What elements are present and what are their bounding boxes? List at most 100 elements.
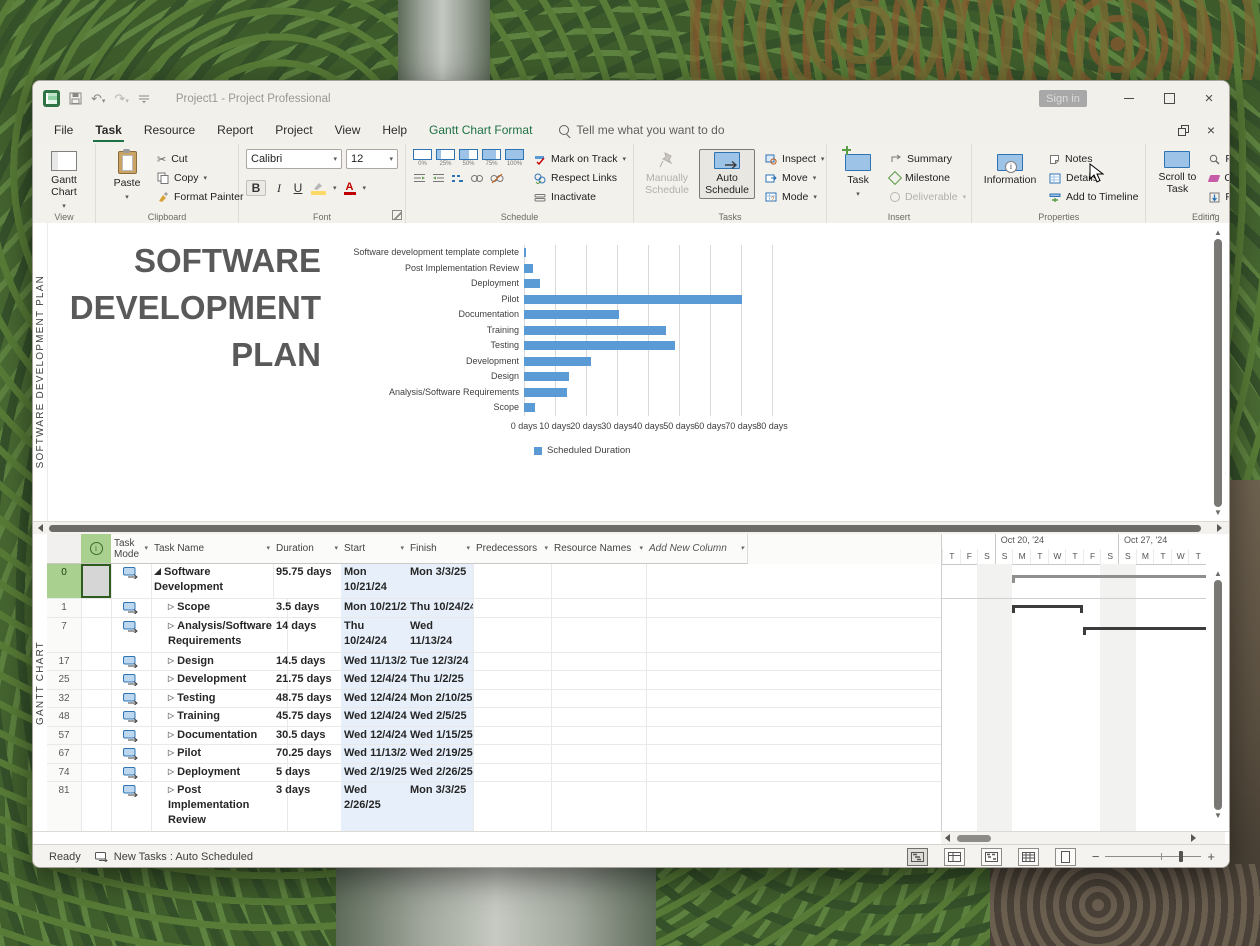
add-new-column-cell[interactable] [646, 618, 747, 652]
background-color-button[interactable] [311, 182, 326, 195]
scroll-right-icon[interactable] [1191, 834, 1196, 842]
collapse-ribbon-icon[interactable]: ⌄ [1209, 208, 1217, 219]
details-button[interactable]: Details [1049, 170, 1138, 186]
task-mode-cell[interactable] [111, 745, 152, 763]
task-usage-view-icon[interactable] [944, 848, 965, 866]
table-row[interactable]: 67 ▷Pilot 70.25 days Wed 11/13/24 Wed 2/… [47, 745, 941, 764]
expand-collapse-icon[interactable]: ▷ [168, 745, 174, 760]
task-mode-cell[interactable] [111, 671, 152, 689]
clear-button[interactable]: Clear ▾ [1209, 170, 1230, 186]
task-name-cell[interactable]: ▷Post Implementation Review [151, 782, 288, 831]
zoom-out-icon[interactable]: − [1092, 849, 1100, 864]
scroll-down-icon[interactable]: ▼ [1214, 509, 1222, 517]
row-info-cell[interactable] [81, 599, 112, 617]
tab-file[interactable]: File [43, 116, 84, 144]
predecessors-cell[interactable] [473, 745, 552, 763]
finish-cell[interactable]: Wed 1/15/25 [407, 727, 474, 745]
start-cell[interactable]: Thu 10/24/24 [341, 618, 408, 652]
start-cell[interactable]: Mon 10/21/24 [341, 564, 408, 598]
indent-task-icon[interactable] [432, 173, 445, 184]
table-row[interactable]: 17 ▷Design 14.5 days Wed 11/13/24 Tue 12… [47, 653, 941, 672]
row-id-cell[interactable]: 25 [47, 671, 82, 689]
row-info-cell[interactable] [81, 782, 112, 831]
percent-complete-0%[interactable]: 0% [413, 149, 432, 167]
add-new-column-cell[interactable] [646, 653, 747, 671]
manually-schedule-button[interactable]: Manually Schedule [641, 149, 693, 198]
tab-resource[interactable]: Resource [133, 116, 206, 144]
start-cell[interactable]: Wed 12/4/24 [341, 690, 408, 708]
task-name-cell[interactable]: ▷Deployment [151, 764, 288, 782]
table-row[interactable]: 1 ▷Scope 3.5 days Mon 10/21/24 Thu 10/24… [47, 599, 941, 618]
finish-cell[interactable]: Wed 2/26/25 [407, 764, 474, 782]
add-new-column-cell[interactable] [646, 599, 747, 617]
finish-cell[interactable]: Wed 11/13/24 [407, 618, 474, 652]
task-mode-cell[interactable] [111, 764, 152, 782]
predecessors-cell[interactable] [473, 690, 552, 708]
duration-cell[interactable]: 30.5 days [273, 727, 342, 745]
duration-cell[interactable]: 14.5 days [273, 653, 342, 671]
gantt-summary-bar[interactable] [1012, 575, 1206, 578]
task-name-cell[interactable]: ▷Testing [151, 690, 288, 708]
save-icon[interactable] [69, 92, 82, 105]
duration-cell[interactable]: 14 days [273, 618, 342, 652]
start-cell[interactable]: Wed 12/4/24 [341, 671, 408, 689]
inspect-button[interactable]: Inspect ▾ [765, 151, 824, 167]
duration-cell[interactable]: 3.5 days [273, 599, 342, 617]
resource-names-cell[interactable] [551, 708, 647, 726]
zoom-slider[interactable]: − + [1092, 849, 1215, 864]
scroll-to-task-button[interactable]: Scroll to Task [1153, 149, 1201, 197]
row-id-cell[interactable]: 17 [47, 653, 82, 671]
row-info-cell[interactable] [81, 708, 112, 726]
move-button[interactable]: Move ▾ [765, 170, 824, 186]
resource-names-cell[interactable] [551, 727, 647, 745]
row-info-cell[interactable] [81, 564, 112, 598]
row-info-cell[interactable] [81, 690, 112, 708]
add-new-column-cell[interactable] [646, 708, 747, 726]
expand-collapse-icon[interactable]: ▷ [168, 671, 174, 686]
row-id-cell[interactable]: 0 [47, 564, 82, 598]
expand-collapse-icon[interactable] [154, 568, 161, 575]
scroll-up-icon[interactable]: ▲ [1214, 229, 1222, 237]
select-all-cell[interactable] [47, 534, 82, 564]
mark-on-track-button[interactable]: Mark on Track ▾ [534, 151, 626, 167]
expand-collapse-icon[interactable]: ▷ [168, 782, 174, 797]
finish-cell[interactable]: Tue 12/3/24 [407, 653, 474, 671]
task-name-cell[interactable]: ▷Scope [151, 599, 288, 617]
finish-cell[interactable]: Wed 2/19/25 [407, 745, 474, 763]
finish-cell[interactable]: Mon 3/3/25 [407, 782, 474, 831]
start-cell[interactable]: Wed 11/13/24 [341, 745, 408, 763]
predecessors-cell[interactable] [473, 708, 552, 726]
scroll-left-icon[interactable] [945, 834, 950, 842]
tell-me-search[interactable]: Tell me what you want to do [559, 116, 724, 144]
team-planner-view-icon[interactable] [981, 848, 1002, 866]
percent-complete-75%[interactable]: 75% [482, 149, 501, 167]
table-row[interactable]: 74 ▷Deployment 5 days Wed 2/19/25 Wed 2/… [47, 764, 941, 783]
insert-milestone-button[interactable]: Milestone [890, 170, 966, 186]
task-mode-cell[interactable] [111, 782, 152, 831]
duration-cell[interactable]: 48.75 days [273, 690, 342, 708]
row-id-cell[interactable]: 1 [47, 599, 82, 617]
tab-gantt-chart-format[interactable]: Gantt Chart Format [418, 116, 543, 144]
italic-button[interactable]: I [273, 181, 285, 196]
maximize-button[interactable] [1149, 81, 1189, 116]
row-info-cell[interactable] [81, 745, 112, 763]
close-document-icon[interactable]: × [1207, 122, 1215, 138]
table-row[interactable]: 57 ▷Documentation 30.5 days Wed 12/4/24 … [47, 727, 941, 746]
resource-names-cell[interactable] [551, 782, 647, 831]
task-name-cell[interactable]: ▷Development [151, 671, 288, 689]
filter-caret-icon[interactable]: ▾ [740, 543, 744, 554]
resource-names-cell[interactable] [551, 690, 647, 708]
percent-complete-25%[interactable]: 25% [436, 149, 455, 167]
tab-report[interactable]: Report [206, 116, 264, 144]
inactivate-button[interactable]: Inactivate [534, 189, 626, 205]
gantt-summary-bar[interactable] [1083, 627, 1206, 630]
task-mode-cell[interactable] [111, 727, 152, 745]
filter-caret-icon[interactable]: ▾ [334, 543, 338, 554]
filter-caret-icon[interactable]: ▾ [144, 543, 148, 554]
add-new-column-cell[interactable] [646, 782, 747, 831]
expand-collapse-icon[interactable]: ▷ [168, 708, 174, 723]
row-info-cell[interactable] [81, 653, 112, 671]
tab-help[interactable]: Help [371, 116, 418, 144]
predecessors-cell[interactable] [473, 618, 552, 652]
row-info-cell[interactable] [81, 727, 112, 745]
